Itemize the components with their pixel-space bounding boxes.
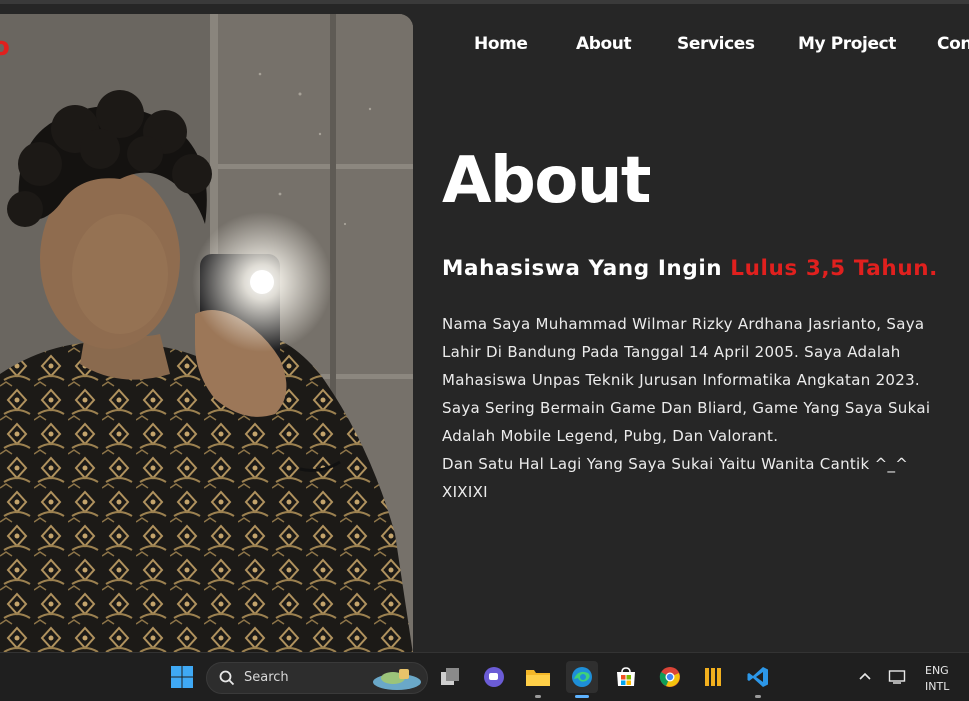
- display-icon[interactable]: [884, 661, 910, 693]
- language-indicator-line2[interactable]: INTL: [925, 680, 949, 693]
- search-label: Search: [244, 670, 289, 685]
- chevron-up-icon[interactable]: [852, 661, 878, 693]
- bio-line: XIXIXI: [442, 483, 488, 501]
- logo-text[interactable]: o: [0, 32, 10, 62]
- language-indicator-line1[interactable]: ENG: [925, 664, 949, 677]
- about-page: o Home About Services My Project Con Abo…: [0, 4, 969, 652]
- subtitle-accent: Lulus 3,5 Tahun.: [730, 256, 938, 281]
- about-subtitle: Mahasiswa Yang Ingin Lulus 3,5 Tahun.: [442, 256, 938, 281]
- chrome-icon[interactable]: [654, 661, 686, 693]
- profile-photo: [0, 14, 413, 652]
- vscode-icon[interactable]: [742, 661, 774, 698]
- active-indicator: [575, 695, 589, 698]
- chat-icon[interactable]: [478, 661, 510, 693]
- page-title: About: [442, 144, 651, 218]
- nav-home[interactable]: Home: [474, 34, 528, 54]
- task-view-icon[interactable]: [434, 661, 466, 693]
- nav-services[interactable]: Services: [677, 34, 755, 54]
- taskbar: Search ENG INTL: [0, 652, 969, 701]
- nav-about[interactable]: About: [576, 34, 632, 54]
- bio-line: Adalah Mobile Legend, Pubg, Dan Valorant…: [442, 427, 779, 445]
- bio-line: Saya Sering Bermain Game Dan Bliard, Gam…: [442, 399, 931, 417]
- taskbar-search[interactable]: Search: [206, 662, 428, 694]
- nav-my-project[interactable]: My Project: [798, 34, 896, 54]
- file-explorer-icon[interactable]: [522, 661, 554, 698]
- search-highlight-icon: [373, 669, 421, 690]
- start-icon[interactable]: [166, 661, 198, 693]
- search-icon: [219, 670, 235, 686]
- bio-line: Mahasiswa Unpas Teknik Jurusan Informati…: [442, 371, 921, 389]
- library-app-icon[interactable]: [698, 661, 730, 693]
- store-icon[interactable]: [610, 661, 642, 693]
- nav-contact[interactable]: Con: [937, 34, 969, 54]
- bio-line: Lahir Di Bandung Pada Tanggal 14 April 2…: [442, 343, 901, 361]
- edge-icon[interactable]: [566, 661, 598, 698]
- subtitle-main: Mahasiswa Yang Ingin: [442, 256, 731, 281]
- bio-line: Dan Satu Hal Lagi Yang Saya Sukai Yaitu …: [442, 455, 909, 473]
- bio-line: Nama Saya Muhammad Wilmar Rizky Ardhana …: [442, 315, 925, 333]
- about-bio: Nama Saya Muhammad Wilmar Rizky Ardhana …: [442, 310, 969, 506]
- running-indicator: [755, 695, 761, 698]
- running-indicator: [535, 695, 541, 698]
